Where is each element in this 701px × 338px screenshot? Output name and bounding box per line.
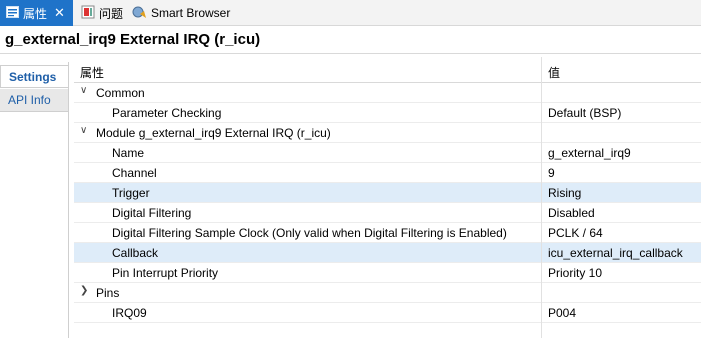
property-key: Module g_external_irq9 External IRQ (r_i…: [96, 126, 331, 140]
property-key: Digital Filtering Sample Clock (Only val…: [112, 226, 507, 240]
problems-icon: [81, 5, 95, 22]
property-key: Pins: [96, 286, 120, 300]
property-key: Common: [96, 86, 145, 100]
chevron-down-icon[interactable]: ∨: [80, 125, 87, 136]
tab-label: 问题: [99, 6, 124, 21]
close-icon[interactable]: ✕: [54, 5, 65, 21]
properties-icon: [6, 5, 19, 21]
property-key: Callback: [112, 246, 159, 260]
tab-bar: 属性 ✕ 问题 Smart Browser: [0, 0, 701, 26]
side-tab-api-info[interactable]: API Info: [0, 89, 68, 112]
property-value[interactable]: Disabled: [548, 206, 595, 220]
table-row[interactable]: Channel 9: [74, 163, 701, 183]
table-row[interactable]: Callback icu_external_irq_callback: [74, 243, 701, 263]
chevron-right-icon[interactable]: ❯: [80, 285, 88, 296]
property-value[interactable]: g_external_irq9: [548, 146, 631, 160]
table-row[interactable]: IRQ09 P004: [74, 303, 701, 323]
tab-problems[interactable]: 问题: [79, 0, 123, 26]
table-row[interactable]: Parameter Checking Default (BSP): [74, 103, 701, 123]
tab-label: 属性: [23, 6, 48, 21]
property-value[interactable]: PCLK / 64: [548, 226, 603, 240]
table-row[interactable]: Digital Filtering Disabled: [74, 203, 701, 223]
table-row[interactable]: Digital Filtering Sample Clock (Only val…: [74, 223, 701, 243]
property-key: Parameter Checking: [112, 106, 222, 120]
side-tab-settings[interactable]: Settings: [0, 65, 68, 88]
table-row[interactable]: ∨ Module g_external_irq9 External IRQ (r…: [74, 123, 701, 143]
chevron-down-icon[interactable]: ∨: [80, 85, 87, 96]
page-title: g_external_irq9 External IRQ (r_icu): [5, 31, 261, 48]
column-divider[interactable]: [541, 57, 542, 338]
side-tabs: Settings API Info: [0, 62, 69, 338]
table-header: 属性 值: [74, 57, 701, 83]
tab-label: Smart Browser: [151, 6, 231, 20]
table-row[interactable]: ∨ Common: [74, 83, 701, 103]
smart-browser-icon: [132, 5, 147, 22]
property-value[interactable]: Priority 10: [548, 266, 602, 280]
tab-smart-browser[interactable]: Smart Browser: [130, 0, 230, 26]
property-key: IRQ09: [112, 306, 147, 320]
property-key: Channel: [112, 166, 157, 180]
property-value[interactable]: P004: [548, 306, 576, 320]
table-row[interactable]: Trigger Rising: [74, 183, 701, 203]
properties-view: 属性 ✕ 问题 Smart Browser g_external_irq9 Ex…: [0, 0, 701, 338]
title-bar: g_external_irq9 External IRQ (r_icu): [0, 26, 701, 54]
property-value[interactable]: 9: [548, 166, 555, 180]
property-value[interactable]: Default (BSP): [548, 106, 621, 120]
table-row[interactable]: ❯ Pins: [74, 283, 701, 303]
property-value[interactable]: icu_external_irq_callback: [548, 246, 683, 260]
table-row[interactable]: Pin Interrupt Priority Priority 10: [74, 263, 701, 283]
properties-table: 属性 值 ∨ Common Parameter Checking Default…: [74, 57, 701, 338]
property-key: Pin Interrupt Priority: [112, 266, 219, 280]
table-row[interactable]: Name g_external_irq9: [74, 143, 701, 163]
column-header-property[interactable]: 属性: [80, 64, 104, 81]
column-header-value[interactable]: 值: [548, 64, 560, 81]
property-key: Name: [112, 146, 145, 160]
tab-properties[interactable]: 属性 ✕: [0, 0, 73, 26]
property-key: Trigger: [112, 186, 150, 200]
property-value[interactable]: Rising: [548, 186, 581, 200]
property-key: Digital Filtering: [112, 206, 192, 220]
